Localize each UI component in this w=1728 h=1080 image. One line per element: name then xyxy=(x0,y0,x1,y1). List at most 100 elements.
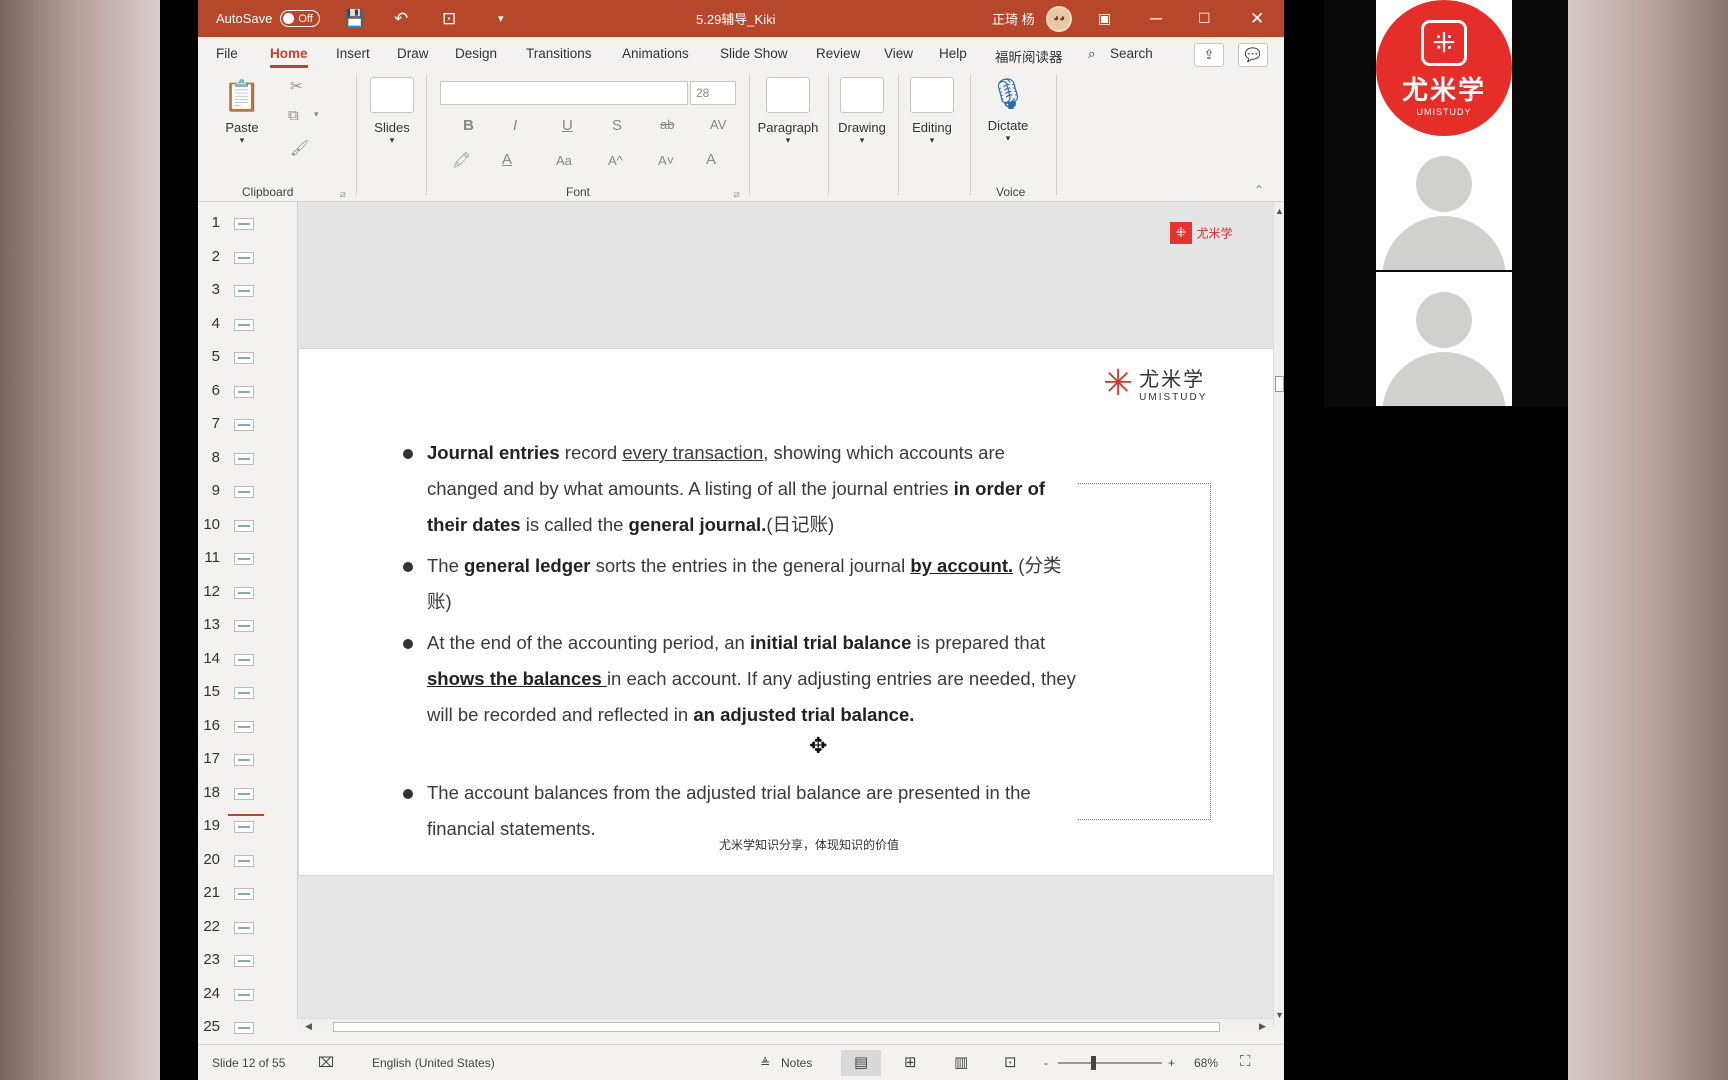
thumbnail-item[interactable]: 18 xyxy=(198,784,296,814)
thumbnail-item[interactable]: 17 xyxy=(198,750,296,780)
search-label[interactable]: Search xyxy=(1110,46,1153,61)
thumbnail-item[interactable]: 14 xyxy=(198,650,296,680)
zoom-slider-thumb[interactable] xyxy=(1091,1056,1096,1070)
clipboard-launcher-icon[interactable]: ⧄ xyxy=(340,189,346,200)
bullet-1[interactable]: Journal entries record every transaction… xyxy=(385,435,1077,543)
thumbnail-item[interactable]: 11 xyxy=(198,549,296,579)
new-slide-icon[interactable] xyxy=(370,77,414,113)
current-slide[interactable]: ✳ 尤米学 UMISTUDY Journal entries record ev… xyxy=(298,348,1274,876)
horizontal-scrollbar[interactable]: ◀ ▶ xyxy=(297,1018,1273,1034)
character-spacing-button[interactable]: AV xyxy=(710,117,726,132)
minimize-icon[interactable]: ─ xyxy=(1150,0,1162,37)
shrink-font-button[interactable]: A˅ xyxy=(658,153,674,168)
notes-icon[interactable]: ≜ xyxy=(760,1056,770,1070)
thumbnail-item-active[interactable]: 12 xyxy=(198,583,296,613)
tab-view[interactable]: View xyxy=(884,46,913,61)
font-launcher-icon[interactable]: ⧄ xyxy=(734,189,740,200)
thumbnail-item[interactable]: 3 xyxy=(198,281,296,311)
tab-foxit[interactable]: 福昕阅读器 xyxy=(995,46,1063,66)
paragraph-icon[interactable] xyxy=(766,77,810,113)
cut-icon[interactable]: ✂ xyxy=(290,77,303,95)
undo-icon[interactable]: ↶ xyxy=(394,0,408,37)
bullet-3[interactable]: At the end of the accounting period, an … xyxy=(385,625,1077,733)
thumbnail-item[interactable]: 10 xyxy=(198,516,296,546)
thumbnail-item[interactable]: 7 xyxy=(198,415,296,445)
thumbnail-item[interactable]: 16 xyxy=(198,717,296,747)
scroll-up-icon[interactable]: ▲ xyxy=(1275,206,1284,216)
normal-view-icon[interactable]: ▤ xyxy=(854,1053,868,1071)
fit-to-window-icon[interactable]: ⛶ xyxy=(1240,1053,1251,1070)
accessibility-icon[interactable]: ⌧ xyxy=(318,1054,334,1071)
drawing-icon[interactable] xyxy=(840,77,884,113)
customize-toolbar-icon[interactable]: ▾ xyxy=(498,0,504,37)
zoom-out-button[interactable]: - xyxy=(1044,1056,1048,1070)
zoom-in-button[interactable]: + xyxy=(1168,1056,1175,1070)
font-name-select[interactable] xyxy=(440,81,688,105)
participant-tile[interactable] xyxy=(1376,136,1512,270)
thumbnail-item[interactable]: 23 xyxy=(198,951,296,981)
font-size-select[interactable]: 28 xyxy=(690,81,736,105)
thumbnail-item[interactable]: 8 xyxy=(198,449,296,479)
vertical-scrollbar[interactable]: ▲ ▼ xyxy=(1273,202,1284,1026)
strikethrough-button[interactable]: ab xyxy=(660,117,674,132)
ribbon-display-options-icon[interactable]: ▣ xyxy=(1098,0,1111,37)
editing-icon[interactable] xyxy=(910,77,954,113)
scroll-left-icon[interactable]: ◀ xyxy=(305,1021,312,1032)
drawing-button[interactable]: Drawing ▾ xyxy=(832,120,892,146)
paragraph-button[interactable]: Paragraph ▾ xyxy=(754,120,822,146)
comments-icon[interactable]: 💬 xyxy=(1238,43,1268,67)
highlight-icon[interactable]: 🖍 xyxy=(452,151,471,169)
copy-icon[interactable]: ⧉ xyxy=(288,107,299,124)
slide-sorter-icon[interactable]: ⊞ xyxy=(904,1053,917,1071)
tab-file[interactable]: File xyxy=(216,46,238,61)
thumbnail-item[interactable]: 5 xyxy=(198,348,296,378)
user-avatar[interactable]: ◕◕ xyxy=(1046,0,1072,37)
search-icon[interactable]: ⌕ xyxy=(1088,46,1096,62)
format-painter-icon[interactable]: 🖌 xyxy=(290,139,309,157)
collapse-ribbon-icon[interactable]: ⌃ xyxy=(1254,183,1264,197)
autosave-toggle[interactable]: Off xyxy=(280,10,320,27)
reading-view-icon[interactable]: ▥ xyxy=(954,1053,968,1071)
slideshow-view-icon[interactable]: ⊡ xyxy=(1004,1053,1017,1071)
user-name[interactable]: 正琦 杨 xyxy=(992,0,1035,37)
autosave[interactable]: AutoSave Off xyxy=(216,0,320,37)
tab-design[interactable]: Design xyxy=(455,46,497,61)
tab-transitions[interactable]: Transitions xyxy=(526,46,592,61)
notes-button[interactable]: Notes xyxy=(781,1056,812,1070)
change-case-button[interactable]: Aa xyxy=(556,153,572,168)
placeholder-frame[interactable] xyxy=(1078,483,1211,820)
thumbnail-item[interactable]: 21 xyxy=(198,884,296,914)
underline-button[interactable]: U xyxy=(562,117,573,134)
thumbnail-item[interactable]: 20 xyxy=(198,851,296,881)
thumbnail-item[interactable]: 2 xyxy=(198,248,296,278)
clear-formatting-button[interactable]: A xyxy=(706,151,716,168)
tab-help[interactable]: Help xyxy=(939,46,967,61)
italic-button[interactable]: I xyxy=(513,117,517,134)
close-icon[interactable]: ✕ xyxy=(1250,0,1264,37)
bold-button[interactable]: B xyxy=(463,117,474,134)
shadow-button[interactable]: S xyxy=(612,117,622,134)
horizontal-scroll-thumb[interactable] xyxy=(333,1022,1220,1032)
vertical-scroll-thumb[interactable] xyxy=(1275,376,1284,392)
scroll-right-icon[interactable]: ▶ xyxy=(1259,1021,1266,1032)
language-indicator[interactable]: English (United States) xyxy=(372,1056,495,1070)
slides-button[interactable]: Slides ▾ xyxy=(368,120,416,146)
editing-button[interactable]: Editing ▾ xyxy=(902,120,962,146)
participant-tile[interactable] xyxy=(1376,272,1512,406)
tab-slide-show[interactable]: Slide Show xyxy=(720,46,788,61)
maximize-icon[interactable]: ☐ xyxy=(1198,0,1211,37)
thumbnail-item[interactable]: 19 xyxy=(198,817,296,847)
grow-font-button[interactable]: A^ xyxy=(608,153,623,168)
thumbnail-item[interactable]: 6 xyxy=(198,382,296,412)
tab-review[interactable]: Review xyxy=(816,46,860,61)
thumbnail-item[interactable]: 22 xyxy=(198,918,296,948)
tab-home[interactable]: Home xyxy=(270,46,308,68)
thumbnail-item[interactable]: 1 xyxy=(198,214,296,244)
tab-draw[interactable]: Draw xyxy=(397,46,429,61)
zoom-level[interactable]: 68% xyxy=(1194,1056,1218,1070)
thumbnail-item[interactable]: 13 xyxy=(198,616,296,646)
scroll-down-icon[interactable]: ▼ xyxy=(1275,1010,1284,1020)
thumbnail-item[interactable]: 4 xyxy=(198,315,296,345)
paste-button[interactable]: 📋 Paste ▾ xyxy=(220,79,264,146)
content-textbox[interactable]: Journal entries record every transaction… xyxy=(385,435,1077,840)
